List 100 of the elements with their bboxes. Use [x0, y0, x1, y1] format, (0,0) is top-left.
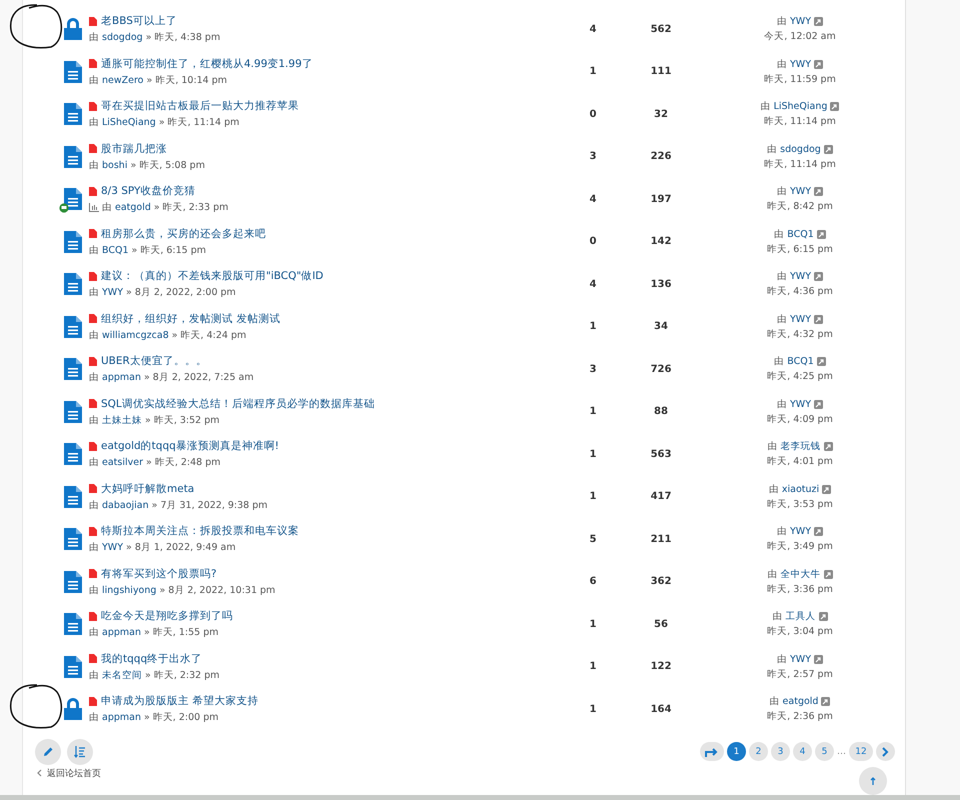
sort-button[interactable]	[67, 738, 93, 764]
last-post-time: 昨天, 11:59 pm	[764, 72, 836, 86]
author-link[interactable]: 工具人	[786, 610, 816, 624]
unread-icon	[89, 102, 97, 111]
topic-title[interactable]: UBER太便宜了。。。	[101, 354, 207, 368]
author-link[interactable]: BCQ1	[787, 356, 814, 368]
author-link[interactable]: LiSheQiang	[102, 117, 156, 128]
go-to-post-icon[interactable]	[824, 442, 832, 452]
go-to-post-icon[interactable]	[814, 400, 823, 409]
topic-title[interactable]: 申请成为股版版主 希望大家支持	[101, 694, 258, 708]
reply-count: 6	[588, 576, 598, 588]
by-label: 由	[89, 498, 99, 512]
topic-title[interactable]: 租房那么贵，买房的还会多起来吧	[101, 226, 266, 241]
page-button[interactable]: 3	[771, 742, 790, 761]
topic-title[interactable]: 大妈呼吁解散meta	[101, 482, 194, 496]
author-link[interactable]: BCQ1	[102, 244, 129, 256]
author-link[interactable]: YWY	[790, 398, 811, 410]
author-link[interactable]: YWY	[790, 58, 811, 70]
jump-button[interactable]	[700, 742, 724, 761]
topic-title[interactable]: 有将军买到这个股票吗?	[101, 566, 217, 581]
next-page-button[interactable]	[876, 742, 895, 761]
back-link[interactable]: 返回论坛首页	[37, 766, 101, 780]
go-to-post-icon[interactable]	[814, 60, 823, 69]
by-label: 由	[774, 228, 784, 241]
author-link[interactable]: 土妹土妹	[102, 414, 142, 427]
topic-title[interactable]: 老BBS可以上了	[101, 14, 177, 28]
author-link[interactable]: appman	[102, 627, 141, 638]
page-button[interactable]: 5	[815, 742, 834, 761]
author-link[interactable]: newZero	[102, 74, 144, 86]
author-link[interactable]: YWY	[790, 16, 811, 28]
author-link[interactable]: xiaotuzi	[782, 484, 820, 495]
go-to-post-icon[interactable]	[814, 17, 823, 26]
author-link[interactable]: YWY	[102, 287, 123, 298]
topic-title[interactable]: SQL调优实战经验大总结！后端程序员必学的数据库基础	[101, 396, 375, 411]
go-to-post-icon[interactable]	[816, 357, 826, 366]
author-link[interactable]: appman	[102, 372, 141, 384]
author-link[interactable]: YWY	[790, 314, 811, 325]
new-topic-button[interactable]	[35, 738, 61, 764]
author-link[interactable]: YWY	[790, 186, 811, 198]
author-link[interactable]: 未名空间	[102, 668, 142, 682]
post-time: 昨天, 1:55 pm	[152, 626, 218, 640]
go-to-post-icon[interactable]	[824, 570, 832, 579]
author-link[interactable]: YWY	[790, 654, 811, 665]
go-to-post-icon[interactable]	[814, 187, 823, 196]
author-link[interactable]: sdogdog	[102, 32, 143, 44]
topic-title[interactable]: 哥在买提旧站古板最后一贴大力推荐苹果	[101, 99, 299, 114]
topic-title[interactable]: 组织好，组织好，发帖测试 发帖测试	[101, 312, 280, 326]
author-link[interactable]: YWY	[102, 542, 123, 554]
back-to-top-button[interactable]	[859, 766, 887, 794]
author-link[interactable]: dabaojian	[102, 500, 149, 511]
separator: »	[146, 32, 152, 44]
go-to-post-icon[interactable]	[814, 314, 823, 324]
topic-title[interactable]: 吃金今天是翔吃多撑到了吗	[101, 609, 233, 624]
view-count: 197	[650, 194, 672, 205]
post-time: 8月 2, 2022, 2:00 pm	[134, 286, 236, 300]
last-post-time: 昨天, 11:14 pm	[764, 115, 836, 128]
topic-title[interactable]: 股市踹几把涨	[101, 142, 167, 156]
go-to-post-icon[interactable]	[830, 102, 840, 112]
author-link[interactable]: LiSheQiang	[774, 101, 828, 112]
author-link[interactable]: YWY	[790, 526, 811, 538]
topic-title[interactable]: 建议：（真的）不差钱来股版可用"iBCQ"做ID	[101, 269, 324, 284]
pencil-icon	[42, 746, 54, 757]
go-to-post-icon[interactable]	[818, 612, 828, 622]
post-time: 昨天, 4:24 pm	[180, 328, 246, 342]
by-label: 由	[777, 398, 787, 411]
page-button[interactable]: 12	[849, 742, 873, 761]
author-link[interactable]: BCQ1	[787, 228, 814, 240]
page-button[interactable]: 4	[793, 742, 812, 761]
by-label: 由	[777, 270, 787, 284]
author-link[interactable]: eatgold	[782, 696, 818, 708]
topic-title[interactable]: eatgold的tqqq暴涨预测真是神准啊!	[101, 439, 280, 454]
go-to-post-icon[interactable]	[824, 144, 833, 154]
topic-title[interactable]: 通胀可能控制住了，红樱桃从4.99变1.99了	[101, 56, 313, 71]
go-to-post-icon[interactable]	[816, 230, 826, 239]
topic-title[interactable]: 8/3 SPY收盘价竞猜	[101, 184, 196, 198]
page-button[interactable]: 2	[749, 742, 768, 761]
go-to-post-icon[interactable]	[814, 272, 823, 282]
author-link[interactable]: 老李玩钱	[780, 440, 820, 454]
author-link[interactable]: eatsilver	[102, 457, 143, 468]
page-button[interactable]: 1	[727, 742, 746, 761]
author-link[interactable]: eatgold	[115, 202, 151, 214]
author-link[interactable]: 全中大牛	[780, 568, 820, 581]
go-to-post-icon[interactable]	[822, 484, 832, 494]
author-link[interactable]: sdogdog	[780, 144, 821, 155]
author-link[interactable]: YWY	[790, 271, 811, 282]
author-link[interactable]: williamcgzca8	[102, 330, 169, 341]
by-label: 由	[89, 31, 99, 44]
go-to-post-icon[interactable]	[814, 654, 823, 664]
go-to-post-icon[interactable]	[821, 697, 830, 706]
by-label: 由	[89, 584, 99, 597]
go-to-post-icon[interactable]	[814, 527, 823, 536]
view-count: 136	[650, 278, 672, 290]
by-label: 由	[777, 185, 787, 198]
view-count: 88	[653, 406, 669, 418]
author-link[interactable]: boshi	[102, 160, 128, 171]
topic-title[interactable]: 我的tqqq终于出水了	[101, 652, 202, 666]
topic-title[interactable]: 特斯拉本周关注点：拆股投票和电车议案	[101, 524, 299, 538]
author-link[interactable]: appman	[102, 712, 141, 724]
by-label: 由	[777, 652, 787, 666]
author-link[interactable]: lingshiyong	[102, 584, 156, 596]
